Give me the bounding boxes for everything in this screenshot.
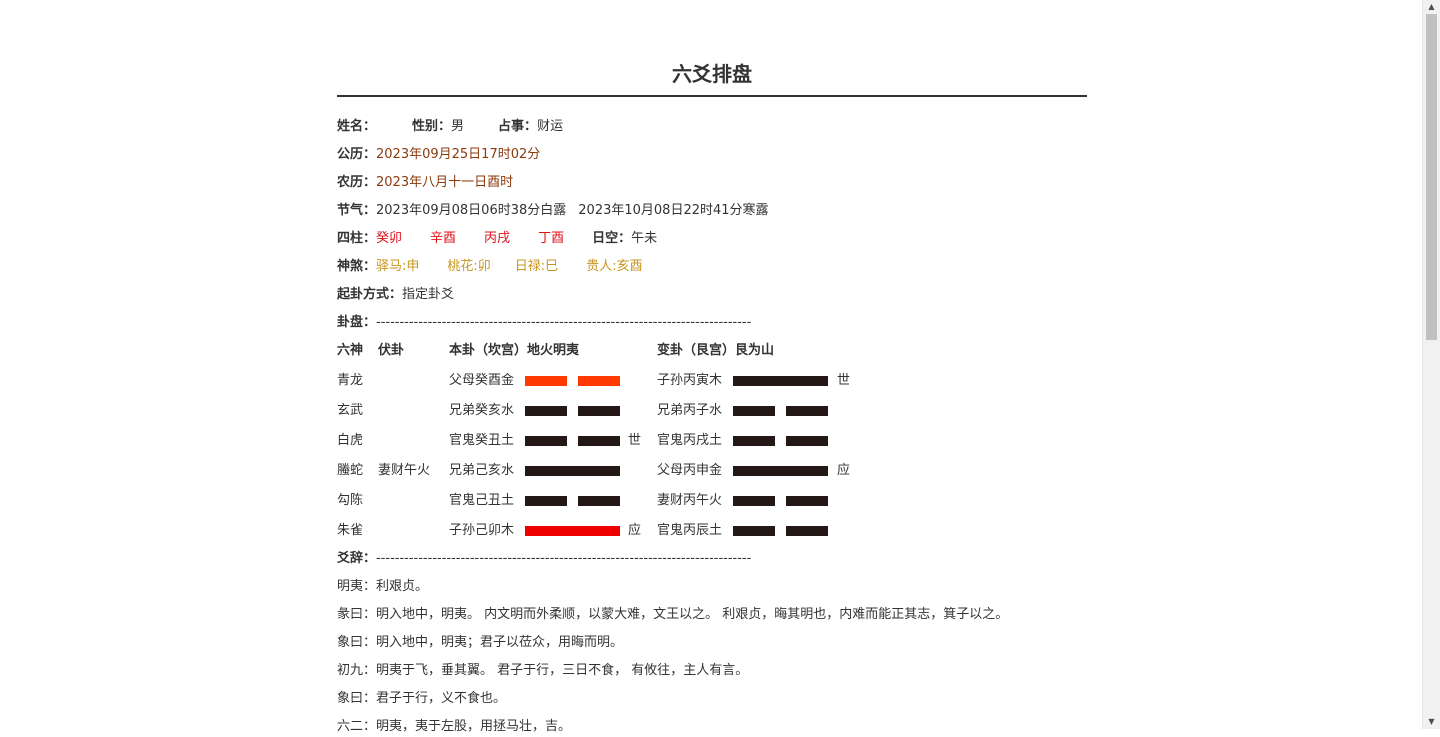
bengua-yin-line-left xyxy=(525,406,567,416)
biangua-yin-line-left xyxy=(733,496,775,506)
solar-label: 公历： xyxy=(337,147,377,162)
matter-label: 占事： xyxy=(498,119,538,134)
gender-value: 男 xyxy=(451,119,465,134)
yaoci-line: 象曰：君子于行，义不食也。 xyxy=(337,691,507,706)
kong-label: 日空： xyxy=(592,231,632,246)
scrollbar-thumb[interactable] xyxy=(1426,14,1437,340)
biangua-yao-label: 官鬼丙辰土 xyxy=(657,523,723,538)
bengua-mark: 世 xyxy=(628,433,642,448)
yaoci-line: 六二：明夷，夷于左股，用拯马壮，吉。 xyxy=(337,719,572,734)
bengua-yin-line-left xyxy=(525,376,567,386)
kong-value: 午未 xyxy=(631,231,658,246)
bengua-yao-label: 官鬼己丑土 xyxy=(449,493,515,508)
bengua-yin-line-right xyxy=(578,376,620,386)
header-fugua: 伏卦 xyxy=(378,343,405,358)
pillar-month: 辛酉 xyxy=(430,231,457,246)
shensha-yima: 驿马:申 xyxy=(376,259,420,274)
biangua-yin-line-left xyxy=(733,436,775,446)
biangua-yang-line xyxy=(733,376,828,386)
scroll-up-arrow-icon[interactable]: ▲ xyxy=(1423,0,1440,14)
biangua-yang-line xyxy=(733,466,828,476)
biangua-yao-label: 兄弟丙子水 xyxy=(657,403,723,418)
biangua-yao-label: 官鬼丙戌土 xyxy=(657,433,723,448)
liushen-cell: 勾陈 xyxy=(337,493,364,508)
yaoci-line: 象曰：明入地中，明夷；君子以莅众，用晦而明。 xyxy=(337,635,624,650)
jieqi-label: 节气： xyxy=(337,203,377,218)
pan-label: 卦盘： xyxy=(337,315,377,330)
shensha-taohua: 桃花:卯 xyxy=(447,259,491,274)
bengua-yin-line-right xyxy=(578,436,620,446)
pillar-year: 癸卯 xyxy=(376,231,403,246)
biangua-yin-line-left xyxy=(733,406,775,416)
info-row-solar: 公历：2023年09月25日17时02分 xyxy=(337,145,540,165)
biangua-yin-line-right xyxy=(786,436,828,446)
biangua-mark: 世 xyxy=(837,373,851,388)
jieqi-value-2: 2023年10月08日22时41分寒露 xyxy=(578,203,769,218)
pillar-day: 丙戌 xyxy=(484,231,511,246)
title-divider xyxy=(337,95,1087,97)
info-row-jieqi: 节气：2023年09月08日06时38分白露 2023年10月08日22时41分寒… xyxy=(337,201,769,221)
bengua-yin-line-right xyxy=(578,496,620,506)
header-bengua: 本卦（坎宫）地火明夷 xyxy=(449,343,580,358)
yaoci-line: 初九：明夷于飞，垂其翼。 君子于行，三日不食， 有攸往，主人有言。 xyxy=(337,663,749,678)
header-biangua: 变卦（艮宫）艮为山 xyxy=(657,343,775,358)
info-row-pillars: 四柱：癸卯 辛酉 丙戌 丁酉 日空：午未 xyxy=(337,229,657,249)
biangua-mark: 应 xyxy=(837,463,851,478)
scroll-down-arrow-icon[interactable]: ▼ xyxy=(1423,715,1440,729)
yaoci-label: 爻辞： xyxy=(337,551,377,566)
lunar-value: 2023年八月十一日酉时 xyxy=(376,175,514,190)
bengua-yin-line-left xyxy=(525,496,567,506)
biangua-yao-label: 子孙丙寅木 xyxy=(657,373,723,388)
yaoci-line: 明夷：利艰贞。 xyxy=(337,579,429,594)
shensha-label: 神煞： xyxy=(337,259,377,274)
matter-value: 财运 xyxy=(537,119,564,134)
bengua-yao-label: 父母癸酉金 xyxy=(449,373,515,388)
bengua-yang-line xyxy=(525,466,620,476)
pillars-label: 四柱： xyxy=(337,231,377,246)
page-title: 六爻排盘 xyxy=(672,62,752,86)
bengua-yao-label: 官鬼癸丑土 xyxy=(449,433,515,448)
header-liushen: 六神 xyxy=(337,343,364,358)
biangua-yao-label: 父母丙申金 xyxy=(657,463,723,478)
bengua-yao-label: 子孙己卯木 xyxy=(449,523,515,538)
bengua-yao-label: 兄弟癸亥水 xyxy=(449,403,515,418)
liushen-cell: 白虎 xyxy=(337,433,364,448)
bengua-mark: 应 xyxy=(628,523,642,538)
shensha-guiren: 贵人:亥酉 xyxy=(586,259,643,274)
liushen-cell: 玄武 xyxy=(337,403,364,418)
jieqi-value-1: 2023年09月08日06时38分白露 xyxy=(376,203,567,218)
biangua-yin-line-right xyxy=(786,496,828,506)
bengua-yang-line xyxy=(525,526,620,536)
yaoci-dashes: ----------------------------------------… xyxy=(376,551,752,566)
liushen-cell: 朱雀 xyxy=(337,523,364,538)
bengua-yin-line-right xyxy=(578,406,620,416)
biangua-yin-line-right xyxy=(786,406,828,416)
solar-value: 2023年09月25日17时02分 xyxy=(376,147,541,162)
bengua-yin-line-left xyxy=(525,436,567,446)
vertical-scrollbar[interactable]: ▲ ▼ xyxy=(1422,0,1440,729)
gender-label: 性别： xyxy=(412,119,452,134)
bengua-yao-label: 兄弟己亥水 xyxy=(449,463,515,478)
pillar-hour: 丁酉 xyxy=(538,231,565,246)
lunar-label: 农历： xyxy=(337,175,377,190)
pan-dashes: ----------------------------------------… xyxy=(376,315,752,330)
method-value: 指定卦爻 xyxy=(402,287,455,302)
method-label: 起卦方式： xyxy=(337,287,403,302)
liushen-cell: 青龙 xyxy=(337,373,364,388)
biangua-yao-label: 妻财丙午火 xyxy=(657,493,723,508)
fugua-cell: 妻财午火 xyxy=(378,463,431,478)
info-row-pan: 卦盘：-------------------------------------… xyxy=(337,313,751,333)
info-row-method: 起卦方式：指定卦爻 xyxy=(337,285,454,305)
liushen-cell: 螣蛇 xyxy=(337,463,364,478)
yaoci-row: 爻辞：-------------------------------------… xyxy=(337,549,751,569)
yaoci-line: 彖曰：明入地中，明夷。 内文明而外柔顺，以蒙大难，文王以之。 利艰贞，晦其明也，… xyxy=(337,607,1009,622)
info-row-shensha: 神煞：驿马:申 桃花:卯 日禄:巳 贵人:亥酉 xyxy=(337,257,643,277)
shensha-rilu: 日禄:巳 xyxy=(514,259,559,274)
name-label: 姓名： xyxy=(337,119,377,134)
biangua-yin-line-right xyxy=(786,526,828,536)
info-row-lunar: 农历：2023年八月十一日酉时 xyxy=(337,173,513,193)
biangua-yin-line-left xyxy=(733,526,775,536)
info-row-basic: 姓名： 性别：男 占事：财运 xyxy=(337,117,563,137)
